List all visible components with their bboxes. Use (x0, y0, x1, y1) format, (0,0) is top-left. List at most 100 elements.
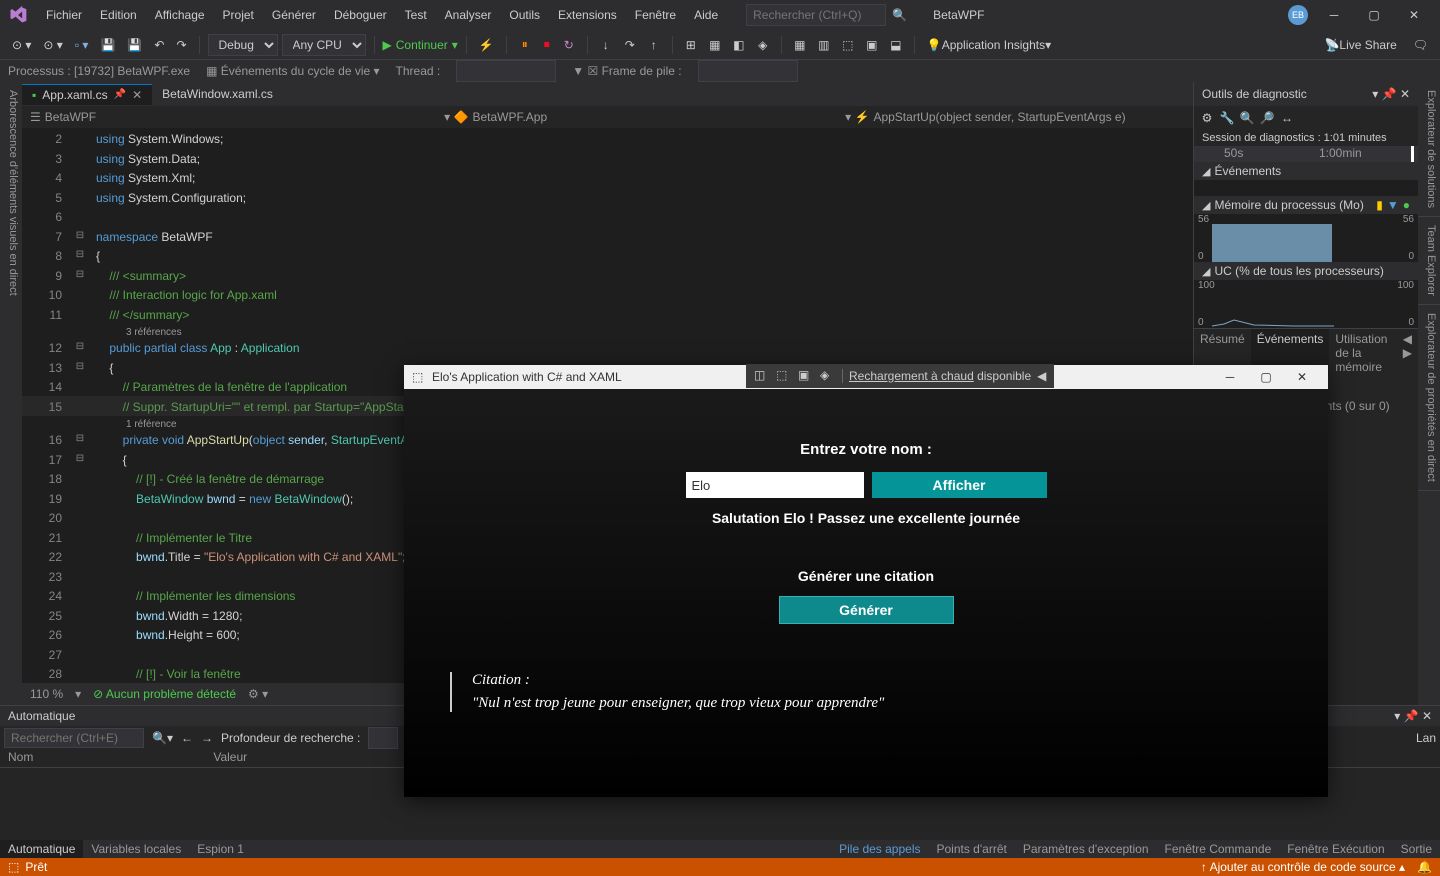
menu-generer[interactable]: Générer (264, 4, 324, 26)
stop-button[interactable]: ⏹ (537, 35, 557, 55)
quick-search-input[interactable] (746, 4, 886, 26)
issues-settings-icon[interactable]: ⚙ ▾ (248, 687, 268, 701)
undo-button[interactable]: ↶ (150, 36, 168, 54)
bottom-tab-automatique[interactable]: Automatique (0, 840, 83, 858)
feedback-icon[interactable]: 🗨 (1409, 36, 1432, 54)
tab-app-xaml-cs[interactable]: ▪ App.xaml.cs 📌 ✕ (22, 84, 152, 105)
tab-betawindow-xaml-cs[interactable]: BetaWindow.xaml.cs (152, 84, 283, 104)
panel-pin-icon[interactable]: 📌 (1404, 709, 1419, 723)
right-rail-team-explorer[interactable]: Team Explorer (1418, 217, 1440, 305)
step-over-button[interactable]: ↷ (620, 35, 640, 55)
left-rail-visual-tree[interactable]: Arborescence d'éléments visuels en direc… (0, 82, 22, 705)
menu-edition[interactable]: Edition (92, 4, 145, 26)
breadcrumb-project[interactable]: ☰ BetaWPF (30, 110, 96, 124)
menu-fenetre[interactable]: Fenêtre (627, 4, 684, 26)
diag-reset-zoom-icon[interactable]: ↔ (1278, 109, 1296, 127)
name-input[interactable] (686, 472, 864, 498)
toolbar-icon[interactable]: ⬚ (838, 35, 858, 55)
nav-fwd-button[interactable]: ⊙ ▾ (39, 36, 66, 54)
bottom-tab-immediate[interactable]: Fenêtre Exécution (1279, 840, 1392, 858)
diag-zoom-out-icon[interactable]: 🔎 (1258, 109, 1276, 127)
track-focus-icon[interactable]: ◈ (820, 368, 836, 384)
restart-button[interactable]: ↻ (559, 35, 579, 55)
notifications-icon[interactable]: 🔔 (1417, 860, 1432, 874)
nav-next-icon[interactable]: → (201, 731, 213, 745)
right-rail-property-explorer[interactable]: Explorateur de propriétés en direct (1418, 305, 1440, 491)
user-avatar[interactable]: EB (1288, 5, 1308, 25)
panel-close-icon[interactable]: ✕ (1422, 709, 1432, 723)
menu-outils[interactable]: Outils (501, 4, 548, 26)
panel-close-icon[interactable]: ✕ (1400, 87, 1410, 101)
app-titlebar[interactable]: ⬚ Elo's Application with C# and XAML ◫ ⬚… (404, 365, 1328, 389)
menu-affichage[interactable]: Affichage (147, 4, 213, 26)
issues-indicator[interactable]: ⊘ Aucun problème détecté (93, 687, 236, 701)
gc-icon[interactable]: ▼ (1387, 198, 1399, 212)
app-insights-button[interactable]: 💡 Application Insights ▾ (923, 36, 1055, 54)
redo-button[interactable]: ↷ (172, 36, 190, 54)
diag-cpu-section[interactable]: ◢ UC (% de tous les processeurs) (1194, 262, 1418, 280)
pin-icon[interactable]: 📌 (114, 89, 126, 100)
close-tab-icon[interactable]: ✕ (132, 88, 142, 102)
bottom-tab-breakpoints[interactable]: Points d'arrêt (929, 840, 1015, 858)
continue-button[interactable]: ▶ Continuer ▾ (383, 38, 458, 52)
break-all-button[interactable]: ⏸ (515, 35, 535, 55)
toolbar-icon[interactable]: ▥ (814, 35, 834, 55)
bottom-tab-locals[interactable]: Variables locales (83, 840, 189, 858)
step-out-button[interactable]: ↑ (644, 35, 664, 55)
menu-analyser[interactable]: Analyser (437, 4, 500, 26)
menu-projet[interactable]: Projet (215, 4, 262, 26)
step-into-button[interactable]: ↓ (596, 35, 616, 55)
search-icon[interactable]: 🔍 (886, 8, 913, 22)
panel-pin-icon[interactable]: 📌 (1382, 87, 1397, 101)
toolbar-icon[interactable]: ⬓ (886, 35, 906, 55)
right-rail-solution-explorer[interactable]: Explorateur de solutions (1418, 82, 1440, 217)
toolbar-icon[interactable]: ▣ (862, 35, 882, 55)
diag-settings-icon[interactable]: ⚙ (1198, 109, 1216, 127)
platform-dropdown[interactable]: Any CPU (282, 34, 366, 56)
bottom-tab-output[interactable]: Sortie (1393, 840, 1440, 858)
save-button[interactable]: 💾 (96, 36, 119, 54)
diag-tab-memory[interactable]: Utilisation de la mémoire (1329, 329, 1396, 377)
toolbar-icon[interactable]: ▦ (705, 35, 725, 55)
toolbar-icon[interactable]: ⊞ (681, 35, 701, 55)
live-share-button[interactable]: 📡 Live Share (1320, 36, 1400, 54)
save-all-button[interactable]: 💾 (123, 36, 146, 54)
menu-deboguer[interactable]: Déboguer (326, 4, 395, 26)
maximize-button[interactable]: ▢ (1356, 3, 1392, 27)
display-layout-icon[interactable]: ▣ (798, 368, 814, 384)
close-button[interactable]: ✕ (1396, 3, 1432, 27)
menu-aide[interactable]: Aide (686, 4, 726, 26)
bottom-tab-exceptions[interactable]: Paramètres d'exception (1015, 840, 1157, 858)
bottom-tab-watch[interactable]: Espion 1 (189, 840, 252, 858)
diag-select-tools-icon[interactable]: 🔧 (1218, 109, 1236, 127)
generate-button[interactable]: Générer (779, 596, 954, 624)
menu-extensions[interactable]: Extensions (550, 4, 625, 26)
thread-dropdown[interactable] (456, 60, 556, 82)
diag-memory-section[interactable]: ◢ Mémoire du processus (Mo) ▮ ▼ ● (1194, 196, 1418, 214)
app-minimize-button[interactable]: ─ (1212, 366, 1248, 388)
col-name[interactable]: Nom (8, 750, 33, 767)
config-dropdown[interactable]: Debug (208, 34, 278, 56)
toolbar-icon[interactable]: ▦ (790, 35, 810, 55)
search-icon[interactable]: 🔍▾ (152, 731, 173, 745)
stackframe-dropdown[interactable] (698, 60, 798, 82)
panel-dropdown-icon[interactable]: ▾ (1372, 87, 1378, 101)
diag-zoom-in-icon[interactable]: 🔍 (1238, 109, 1256, 127)
hotreload-collapse-icon[interactable]: ◀ (1037, 369, 1046, 383)
diag-events-section[interactable]: ◢ Événements (1194, 162, 1418, 180)
menu-test[interactable]: Test (397, 4, 435, 26)
select-element-icon[interactable]: ⬚ (776, 368, 792, 384)
col-value[interactable]: Valeur (213, 750, 247, 767)
new-item-button[interactable]: ▫ ▾ (71, 36, 93, 54)
depth-dropdown[interactable] (368, 727, 398, 749)
toolbar-icon[interactable]: ◈ (753, 35, 773, 55)
menu-fichier[interactable]: Fichier (38, 4, 90, 26)
minimize-button[interactable]: ─ (1316, 3, 1352, 27)
panel-dropdown-icon[interactable]: ▾ (1394, 709, 1400, 723)
app-close-button[interactable]: ✕ (1284, 366, 1320, 388)
zoom-level[interactable]: 110 % (30, 687, 63, 701)
snapshot-icon[interactable]: ● (1403, 198, 1410, 212)
toolbar-icon[interactable]: ◧ (729, 35, 749, 55)
hot-reload-icon[interactable]: ⚡ (475, 36, 498, 54)
bottom-tab-callstack[interactable]: Pile des appels (831, 840, 928, 858)
